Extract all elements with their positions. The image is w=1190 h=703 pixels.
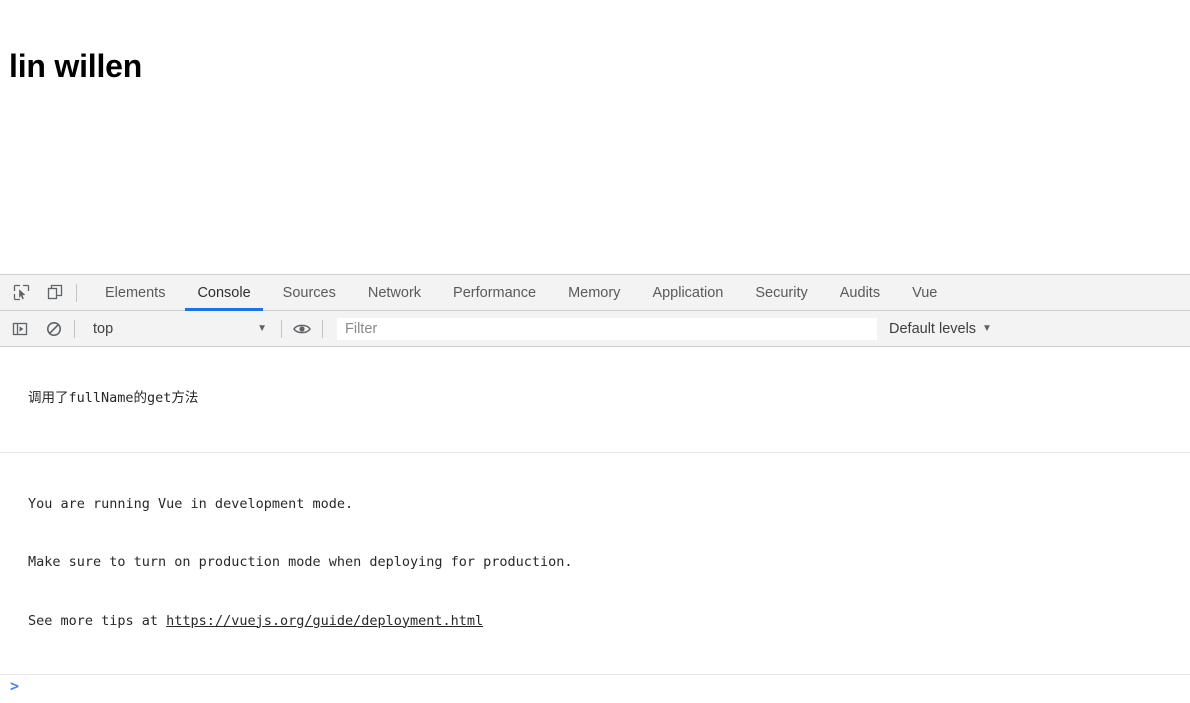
console-message-line: 调用了fullName的get方法 <box>28 390 199 406</box>
toolbar-divider <box>281 319 282 338</box>
log-level-dropdown[interactable]: Default levels ▼ <box>889 321 992 337</box>
tab-label: Memory <box>568 284 621 301</box>
tab-label: Network <box>367 284 422 301</box>
console-message-line: See more tips at https://vuejs.org/guide… <box>28 612 1190 632</box>
console-prompt-input[interactable] <box>19 675 1190 697</box>
toolbar-divider <box>74 319 75 338</box>
clear-console-icon[interactable] <box>42 317 66 341</box>
console-message[interactable]: You are running Vue in development mode.… <box>0 453 1190 675</box>
console-message-list: 调用了fullName的get方法 You are running Vue in… <box>0 347 1190 703</box>
console-message[interactable]: 调用了fullName的get方法 <box>0 347 1190 453</box>
tab-elements[interactable]: Elements <box>89 275 181 311</box>
console-sidebar-toggle-icon[interactable] <box>8 317 32 341</box>
console-filter-input[interactable] <box>337 317 877 340</box>
tab-vue[interactable]: Vue <box>896 275 953 311</box>
prompt-chevron-icon: > <box>10 677 20 695</box>
tab-label: Audits <box>839 284 881 301</box>
console-message-text: See more tips at <box>28 612 167 629</box>
tab-memory[interactable]: Memory <box>552 275 636 311</box>
tab-sources[interactable]: Sources <box>267 275 352 311</box>
devtools-tab-list: Elements Console Sources Network Perform… <box>89 275 953 311</box>
execution-context-dropdown[interactable]: top ▼ <box>83 317 273 341</box>
tab-label: Application <box>652 284 724 301</box>
execution-context-label: top <box>93 320 114 337</box>
tab-performance[interactable]: Performance <box>437 275 552 311</box>
console-prompt-row[interactable]: > <box>0 675 1190 703</box>
devtools-panel: Elements Console Sources Network Perform… <box>0 274 1190 703</box>
console-message-line: You are running Vue in development mode. <box>28 495 354 512</box>
inspect-cursor-icon[interactable] <box>8 280 34 306</box>
console-message-line: Make sure to turn on production mode whe… <box>28 554 573 570</box>
deployment-docs-link[interactable]: https://vuejs.org/guide/deployment.html <box>166 613 483 629</box>
tab-label: Performance <box>453 284 537 301</box>
tab-label: Security <box>755 284 808 301</box>
console-toolbar: top ▼ Default levels ▼ <box>0 311 1190 347</box>
tab-console[interactable]: Console <box>181 275 266 311</box>
devtools-tabbar: Elements Console Sources Network Perform… <box>0 275 1190 311</box>
toolbar-divider <box>322 319 323 338</box>
tab-label: Vue <box>912 284 938 301</box>
tab-label: Sources <box>282 284 336 301</box>
chevron-down-icon: ▼ <box>257 323 267 334</box>
live-expression-eye-icon[interactable] <box>290 317 314 341</box>
toolbar-divider <box>76 283 77 302</box>
page-title: lin willen <box>9 48 143 85</box>
log-level-label: Default levels <box>889 320 977 337</box>
device-toolbar-icon[interactable] <box>42 280 68 306</box>
tab-security[interactable]: Security <box>739 275 823 311</box>
tab-audits[interactable]: Audits <box>824 275 896 311</box>
tab-label: Elements <box>105 284 166 301</box>
tab-label: Console <box>197 284 251 301</box>
tab-network[interactable]: Network <box>352 275 437 311</box>
page-viewport: lin willen <box>0 0 1190 274</box>
chevron-down-icon: ▼ <box>982 323 992 334</box>
tab-application[interactable]: Application <box>636 275 739 311</box>
